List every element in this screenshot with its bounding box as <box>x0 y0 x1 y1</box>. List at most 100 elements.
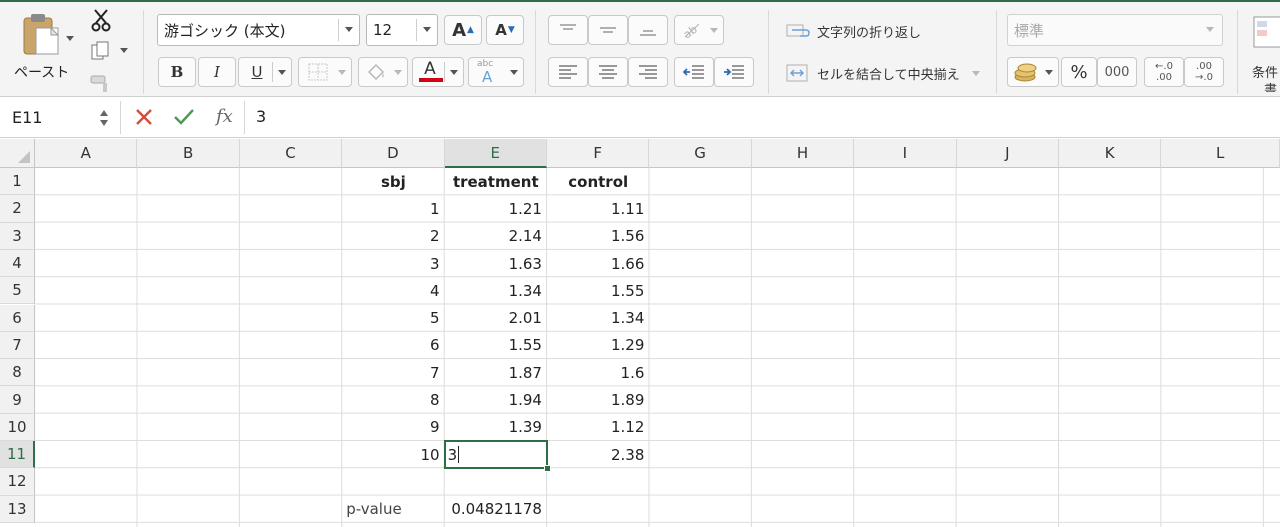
italic-button[interactable]: I <box>198 57 236 87</box>
cell-F2[interactable]: 1.11 <box>547 195 649 222</box>
underline-button[interactable]: U <box>238 57 292 87</box>
cell-F6[interactable]: 1.34 <box>547 305 649 332</box>
cell-E8[interactable]: 1.87 <box>445 359 547 386</box>
font-name-select[interactable]: 游ゴシック (本文) <box>157 14 360 46</box>
cell-D10[interactable]: 9 <box>342 414 444 441</box>
confirm-entry-icon[interactable] <box>173 108 195 126</box>
cell-D8[interactable]: 7 <box>342 359 444 386</box>
accounting-format-button[interactable] <box>1007 57 1059 87</box>
column-header-H[interactable]: H <box>751 139 855 168</box>
row-header-8[interactable]: 8 <box>0 359 35 387</box>
cell-E5[interactable]: 1.34 <box>445 277 547 304</box>
cell-F8[interactable]: 1.6 <box>547 359 649 386</box>
cell-D1[interactable]: sbj <box>342 168 444 195</box>
cell-D5[interactable]: 4 <box>342 277 444 304</box>
cell-F4[interactable]: 1.66 <box>547 250 649 277</box>
cell-D7[interactable]: 6 <box>342 332 444 359</box>
phonetic-guide-button[interactable]: abc A <box>468 57 524 87</box>
align-top-button[interactable] <box>548 15 588 45</box>
wrap-text-button[interactable]: 文字列の折り返し <box>786 20 956 42</box>
decrease-decimal-button[interactable]: .00 →.0 <box>1184 57 1224 87</box>
merge-center-button[interactable]: セルを結合して中央揃え <box>786 62 986 84</box>
copy-icon[interactable] <box>90 40 112 62</box>
cell-E1[interactable]: treatment <box>445 168 547 195</box>
row-header-2[interactable]: 2 <box>0 195 35 223</box>
format-painter-icon[interactable] <box>89 72 113 94</box>
align-middle-button[interactable] <box>588 15 628 45</box>
cell-E9[interactable]: 1.94 <box>445 386 547 413</box>
decrease-font-size-button[interactable]: A ▼ <box>486 15 524 45</box>
column-header-A[interactable]: A <box>35 139 138 168</box>
formula-input[interactable]: 3 <box>256 107 266 126</box>
column-header-G[interactable]: G <box>649 139 752 168</box>
increase-decimal-button[interactable]: ←.0 .00 <box>1144 57 1184 87</box>
cell-F10[interactable]: 1.12 <box>547 414 649 441</box>
row-header-12[interactable]: 12 <box>0 468 35 496</box>
paste-button[interactable]: ペースト <box>8 8 78 82</box>
column-header-J[interactable]: J <box>956 139 1059 168</box>
cell-F3[interactable]: 1.56 <box>547 223 649 250</box>
number-format-select[interactable]: 標準 <box>1007 14 1223 46</box>
increase-indent-button[interactable] <box>714 57 754 87</box>
cell-E7[interactable]: 1.55 <box>445 332 547 359</box>
cell-D4[interactable]: 3 <box>342 250 444 277</box>
increase-font-size-button[interactable]: A ▲ <box>444 15 482 45</box>
cell-E10[interactable]: 1.39 <box>445 414 547 441</box>
name-box-spinner-icon[interactable] <box>99 107 109 129</box>
cell-D2[interactable]: 1 <box>342 195 444 222</box>
row-header-4[interactable]: 4 <box>0 249 35 278</box>
select-all-corner[interactable] <box>0 139 35 168</box>
cell-E4[interactable]: 1.63 <box>445 250 547 277</box>
column-header-E[interactable]: E <box>444 139 547 168</box>
conditional-formatting-button[interactable]: 条件 書 <box>1244 16 1280 92</box>
cell-D6[interactable]: 5 <box>342 305 444 332</box>
cell-D13[interactable]: p-value <box>342 496 444 523</box>
cell-area[interactable] <box>35 168 1280 527</box>
cell-F7[interactable]: 1.29 <box>547 332 649 359</box>
fill-color-button[interactable] <box>358 57 408 87</box>
cancel-entry-icon[interactable] <box>135 108 153 126</box>
column-header-K[interactable]: K <box>1059 139 1162 168</box>
cell-F9[interactable]: 1.89 <box>547 386 649 413</box>
insert-function-icon[interactable]: fx <box>216 106 233 127</box>
font-color-button[interactable]: A <box>412 57 464 87</box>
row-header-5[interactable]: 5 <box>0 277 35 305</box>
cut-icon[interactable] <box>90 8 112 32</box>
cell-E6[interactable]: 2.01 <box>445 305 547 332</box>
decrease-indent-button[interactable] <box>674 57 714 87</box>
column-header-B[interactable]: B <box>137 139 240 168</box>
column-header-I[interactable]: I <box>854 139 957 168</box>
align-bottom-button[interactable] <box>628 15 668 45</box>
row-header-1[interactable]: 1 <box>0 168 35 196</box>
row-header-11[interactable]: 11 <box>0 441 35 469</box>
cell-E3[interactable]: 2.14 <box>445 223 547 250</box>
bold-button[interactable]: B <box>158 57 196 87</box>
active-cell-E11[interactable]: 3 <box>443 440 551 473</box>
cell-D11[interactable]: 10 <box>342 441 444 468</box>
font-size-select[interactable]: 12 <box>366 14 438 46</box>
comma-style-button[interactable]: 000 <box>1097 57 1137 87</box>
row-header-6[interactable]: 6 <box>0 304 35 332</box>
row-header-7[interactable]: 7 <box>0 331 35 360</box>
row-header-13[interactable]: 13 <box>0 495 35 523</box>
cell-F11[interactable]: 2.38 <box>547 441 649 468</box>
column-header-D[interactable]: D <box>342 139 445 168</box>
align-left-button[interactable] <box>548 57 588 87</box>
cell-F1[interactable]: control <box>547 168 649 195</box>
cell-D3[interactable]: 2 <box>342 223 444 250</box>
cell-F5[interactable]: 1.55 <box>547 277 649 304</box>
row-header-3[interactable]: 3 <box>0 222 35 250</box>
row-header-9[interactable]: 9 <box>0 386 35 414</box>
cell-D9[interactable]: 8 <box>342 386 444 413</box>
cell-E13[interactable]: 0.04821178 <box>445 496 547 523</box>
cell-E2[interactable]: 1.21 <box>445 195 547 222</box>
align-right-button[interactable] <box>628 57 668 87</box>
column-header-L[interactable]: L <box>1161 139 1280 168</box>
percent-style-button[interactable]: % <box>1061 57 1097 87</box>
orientation-button[interactable]: ab <box>674 15 724 45</box>
align-center-button[interactable] <box>588 57 628 87</box>
borders-button[interactable] <box>298 57 352 87</box>
column-header-F[interactable]: F <box>547 139 650 168</box>
active-cell-editor[interactable]: 3 <box>448 446 458 464</box>
row-header-10[interactable]: 10 <box>0 413 35 441</box>
